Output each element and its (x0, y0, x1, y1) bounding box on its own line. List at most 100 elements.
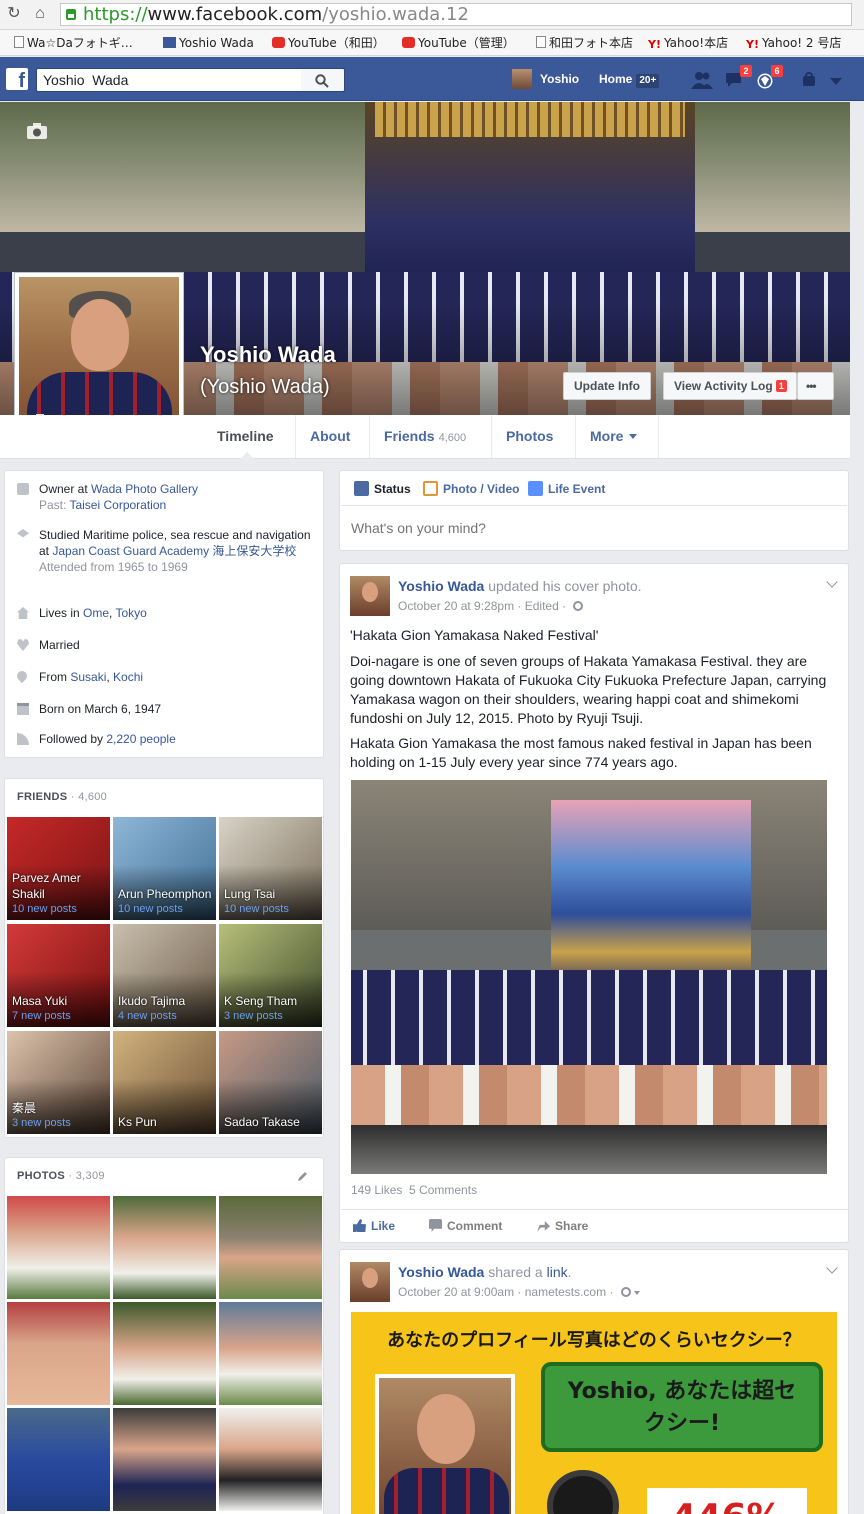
tab-more[interactable]: More (575, 415, 659, 458)
address-bar[interactable]: https://www.facebook.com/yoshio.wada.12 (60, 3, 852, 26)
chevron-down-icon[interactable] (826, 1262, 838, 1274)
camera-icon[interactable] (26, 122, 48, 140)
post-author-link[interactable]: Yoshio Wada (398, 1264, 484, 1280)
friend-name[interactable]: Lung Tsai (224, 886, 320, 902)
globe-icon[interactable] (573, 601, 584, 611)
tab-about[interactable]: About (295, 415, 369, 458)
friend-new-posts[interactable]: 10 new posts (12, 903, 77, 916)
bookmark-item[interactable]: Yoshio Wada (163, 35, 254, 51)
intro-hometown: From Susaki, Kochi (14, 668, 313, 685)
messages-icon[interactable]: 2 (724, 65, 752, 89)
hometown-link[interactable]: Susaki (70, 670, 106, 684)
update-info-button[interactable]: Update Info (563, 372, 651, 400)
chevron-down-icon[interactable] (826, 576, 838, 588)
bookmark-item[interactable]: YouTube（管理） (402, 35, 515, 51)
lock-icon (66, 9, 76, 20)
friend-tile[interactable]: Sadao Takase (219, 1031, 322, 1134)
photo-thumbnail[interactable] (7, 1196, 110, 1299)
photo-thumbnail[interactable] (113, 1408, 216, 1511)
friend-name[interactable]: Parvez Amer Shakil (12, 870, 108, 902)
friend-name[interactable]: Ks Pun (118, 1114, 214, 1130)
friend-new-posts[interactable]: 10 new posts (118, 903, 183, 916)
friend-name[interactable]: Ikudo Tajima (118, 993, 214, 1009)
friend-new-posts[interactable]: 3 new posts (12, 1117, 71, 1130)
friend-requests-icon[interactable] (691, 71, 713, 89)
avatar[interactable] (350, 576, 390, 616)
friend-new-posts[interactable]: 4 new posts (118, 1010, 177, 1023)
friend-new-posts[interactable]: 3 new posts (224, 1010, 283, 1023)
facebook-logo[interactable]: f (6, 68, 28, 90)
school-link[interactable]: Japan Coast Guard Academy 海上保安大学校 (52, 544, 296, 558)
friend-name[interactable]: Masa Yuki (12, 993, 108, 1009)
followers-link[interactable]: 2,220 people (106, 732, 175, 746)
bookmark-item[interactable]: 和田フォト本店 (536, 35, 633, 51)
tab-friends[interactable]: Friends 4,600 (369, 415, 491, 458)
share-button[interactable]: Share (537, 1218, 588, 1234)
bookmark-item[interactable]: Wa☆Daフォトギ… (14, 35, 133, 51)
shared-link-card[interactable]: あなたのプロフィール写真はどのくらいセクシー？ Yoshio, あなたは超セクシ… (351, 1312, 837, 1514)
photo-thumbnail[interactable] (219, 1302, 322, 1405)
tab-photos[interactable]: Photos (491, 415, 575, 458)
pencil-icon[interactable] (297, 1170, 309, 1182)
past-work-link[interactable]: Taisei Corporation (69, 498, 166, 512)
notifications-icon[interactable]: 6 (755, 65, 783, 89)
view-activity-log-button[interactable]: View Activity Log 1 (663, 372, 797, 400)
friends-section-title[interactable]: FRIENDS · 4,600 (17, 791, 107, 803)
home-region-link[interactable]: Kochi (113, 670, 143, 684)
bookmark-item[interactable]: Y! Yahoo!本店 (648, 35, 728, 51)
friend-name[interactable]: 秦晨 (12, 1100, 108, 1116)
comment-button[interactable]: Comment (429, 1218, 502, 1234)
friend-tile[interactable]: Parvez Amer Shakil 10 new posts (7, 817, 110, 920)
photo-thumbnail[interactable] (113, 1196, 216, 1299)
settings-menu-icon[interactable] (830, 75, 852, 93)
comments-count[interactable]: 5 Comments (409, 1183, 477, 1197)
photo-thumbnail[interactable] (7, 1408, 110, 1511)
post-photo[interactable] (351, 780, 827, 1174)
home-link[interactable]: Home 20+ (599, 69, 660, 89)
friend-name[interactable]: Arun Pheomphon (118, 886, 214, 902)
avatar[interactable] (350, 1262, 390, 1302)
photo-thumbnail[interactable] (113, 1302, 216, 1405)
region-link[interactable]: Tokyo (116, 606, 147, 620)
city-link[interactable]: Ome (83, 606, 109, 620)
top-profile-link[interactable]: Yoshio (512, 69, 579, 89)
search-button[interactable] (301, 68, 345, 92)
friend-tile[interactable]: Ikudo Tajima 4 new posts (113, 924, 216, 1027)
photo-thumbnail[interactable] (7, 1302, 110, 1405)
more-options-button[interactable]: ••• (797, 372, 834, 400)
status-input[interactable] (341, 505, 847, 549)
graduation-cap-icon (17, 529, 29, 538)
friend-tile[interactable]: K Seng Tham 3 new posts (219, 924, 322, 1027)
photos-section-title[interactable]: PHOTOS · 3,309 (17, 1170, 105, 1182)
bookmark-item[interactable]: YouTube（和田） (272, 35, 385, 51)
friend-tile[interactable]: Masa Yuki 7 new posts (7, 924, 110, 1027)
post-timestamp[interactable]: October 20 at 9:00am (398, 1285, 514, 1299)
work-link[interactable]: Wada Photo Gallery (91, 482, 198, 496)
home-icon[interactable]: ⌂ (30, 4, 50, 24)
globe-icon[interactable] (620, 1287, 631, 1297)
photo-thumbnail[interactable] (219, 1196, 322, 1299)
composer-status-tab[interactable]: Status (354, 481, 411, 497)
friend-new-posts[interactable]: 10 new posts (224, 903, 289, 916)
post-author-link[interactable]: Yoshio Wada (398, 578, 484, 594)
like-button[interactable]: Like (353, 1218, 395, 1234)
composer-photo-tab[interactable]: Photo / Video (423, 481, 519, 497)
caret-down-icon[interactable] (633, 1291, 640, 1295)
friend-name[interactable]: Sadao Takase (224, 1114, 320, 1130)
search-input[interactable] (36, 68, 302, 92)
photo-thumbnail[interactable] (219, 1408, 322, 1511)
friend-tile[interactable]: Lung Tsai 10 new posts (219, 817, 322, 920)
shared-link[interactable]: link (547, 1264, 568, 1280)
profile-name[interactable]: Yoshio Wada (200, 342, 336, 368)
composer-life-event-tab[interactable]: Life Event (528, 481, 605, 497)
friend-name[interactable]: K Seng Tham (224, 993, 320, 1009)
bookmark-item[interactable]: Y! Yahoo! 2 号店 (746, 35, 841, 51)
friend-tile[interactable]: 秦晨 3 new posts (7, 1031, 110, 1134)
post-timestamp[interactable]: October 20 at 9:28pm (398, 599, 514, 613)
likes-count[interactable]: 149 Likes (351, 1183, 402, 1197)
privacy-shortcuts-icon[interactable] (801, 71, 823, 89)
friend-new-posts[interactable]: 7 new posts (12, 1010, 71, 1023)
friend-tile[interactable]: Ks Pun (113, 1031, 216, 1134)
friend-tile[interactable]: Arun Pheomphon 10 new posts (113, 817, 216, 920)
reload-icon[interactable]: ↻ (4, 4, 24, 24)
